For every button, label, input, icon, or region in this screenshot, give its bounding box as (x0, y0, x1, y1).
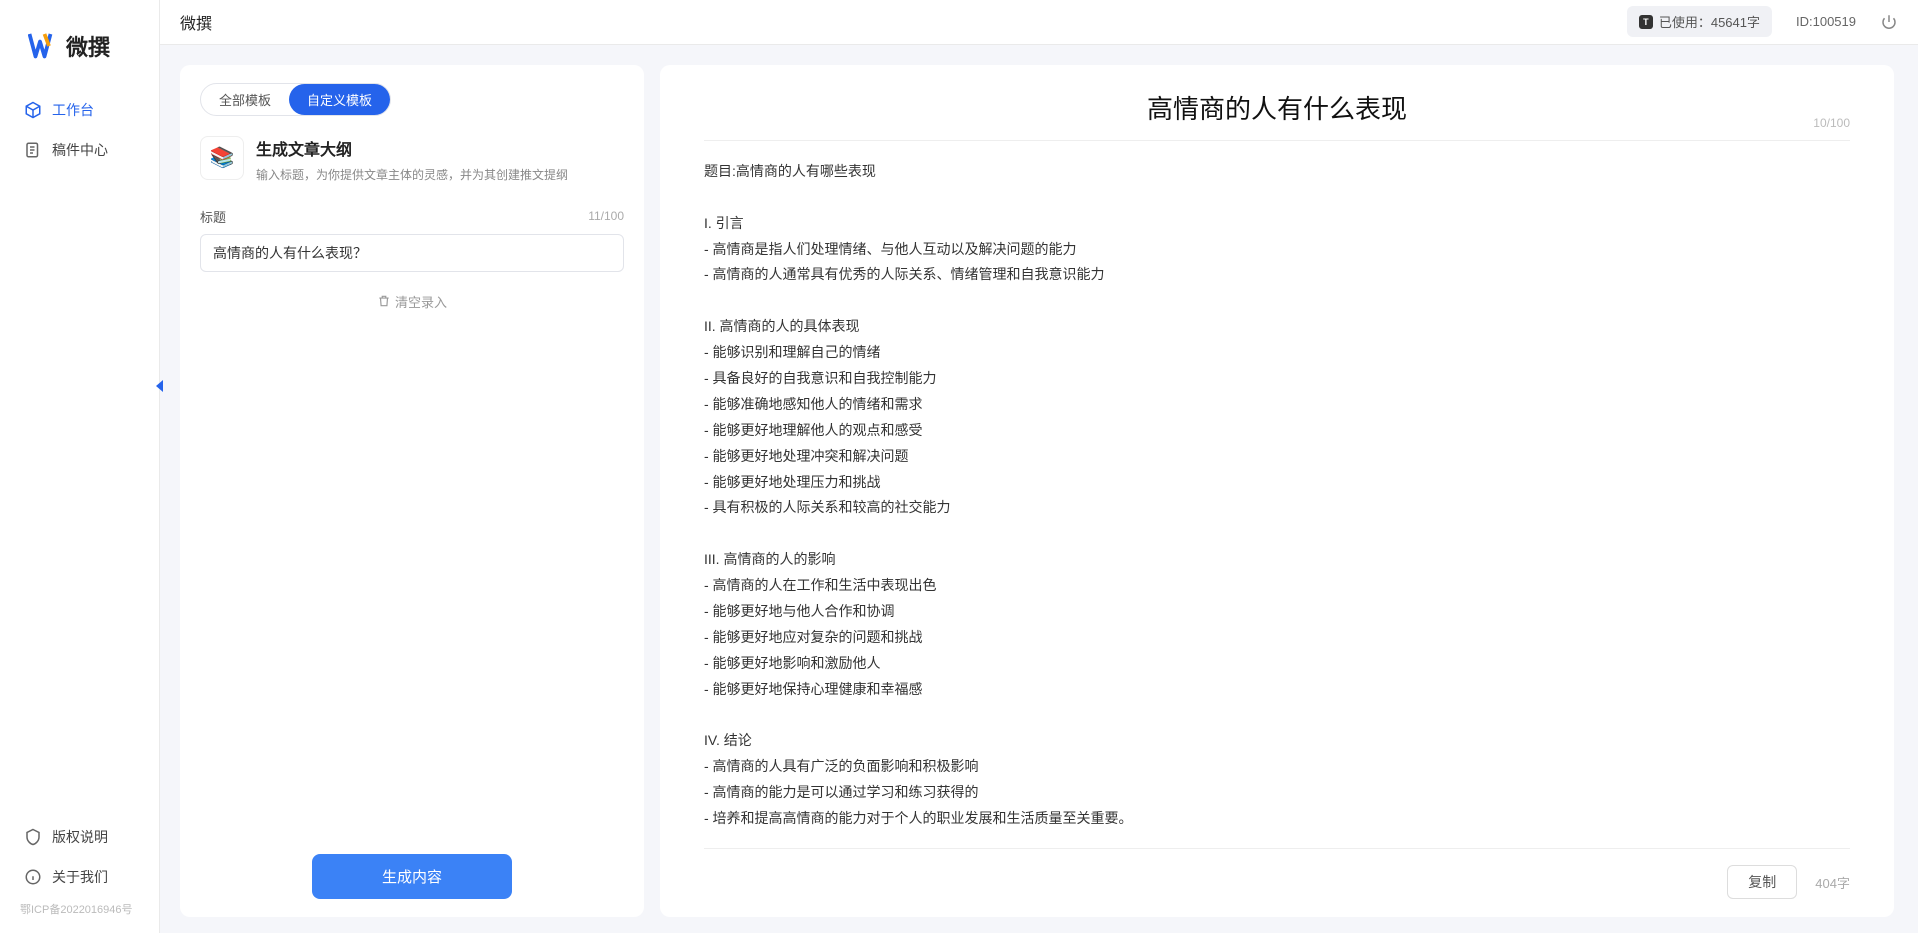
icp-text: 鄂ICP备2022016946号 (0, 897, 159, 925)
topbar: 微撰 T 已使用：45641字 ID:100519 (160, 0, 1918, 45)
sidebar-item-drafts[interactable]: 稿件中心 (0, 130, 159, 170)
brand-logo[interactable]: 微撰 (0, 0, 159, 82)
result-title-counter: 10/100 (1813, 116, 1850, 130)
clear-label: 清空录入 (395, 292, 447, 311)
tab-custom-templates[interactable]: 自定义模板 (289, 84, 390, 115)
template-name: 生成文章大纲 (256, 136, 568, 160)
sidebar-item-label: 稿件中心 (52, 140, 108, 160)
info-icon (24, 868, 42, 886)
copy-button[interactable]: 复制 (1727, 865, 1797, 899)
sidebar-item-label: 关于我们 (52, 867, 108, 887)
sidebar-item-about[interactable]: 关于我们 (0, 857, 159, 897)
title-field-label: 标题 (200, 207, 226, 226)
sidebar-item-copyright[interactable]: 版权说明 (0, 817, 159, 857)
tab-all-templates[interactable]: 全部模板 (201, 84, 289, 115)
sidebar-collapse-handle[interactable] (150, 376, 170, 396)
cube-icon (24, 101, 42, 119)
result-title-row: 高情商的人有什么表现 10/100 (704, 89, 1850, 141)
result-footer: 复制 404字 (704, 848, 1850, 899)
sidebar-item-label: 工作台 (52, 100, 94, 120)
word-count: 404字 (1815, 873, 1850, 892)
shield-icon (24, 828, 42, 846)
brand-name: 微撰 (66, 30, 110, 62)
text-icon: T (1639, 15, 1653, 29)
template-desc: 输入标题，为你提供文章主体的灵感，并为其创建推文提纲 (256, 166, 568, 183)
main-area: 微撰 T 已使用：45641字 ID:100519 全部模板 自定义模板 (160, 0, 1918, 933)
result-body[interactable]: 题目:高情商的人有哪些表现 I. 引言 - 高情商是指人们处理情绪、与他人互动以… (704, 159, 1850, 832)
result-panel: 高情商的人有什么表现 10/100 题目:高情商的人有哪些表现 I. 引言 - … (660, 65, 1894, 917)
trash-icon (377, 294, 391, 308)
template-icon: 📚 (200, 136, 244, 180)
document-icon (24, 141, 42, 159)
brand-logo-icon (28, 32, 58, 60)
input-panel: 全部模板 自定义模板 📚 生成文章大纲 输入标题，为你提供文章主体的灵感，并为其… (180, 65, 644, 917)
usage-badge[interactable]: T 已使用：45641字 (1627, 6, 1772, 37)
title-field-counter: 11/100 (588, 209, 624, 223)
sidebar-item-workbench[interactable]: 工作台 (0, 90, 159, 130)
sidebar-bottom: 版权说明 关于我们 鄂ICP备2022016946号 (0, 817, 159, 933)
usage-text: 已使用：45641字 (1659, 12, 1760, 31)
generate-button[interactable]: 生成内容 (312, 854, 512, 899)
power-icon[interactable] (1880, 13, 1898, 31)
sidebar: 微撰 工作台 稿件中心 版权说明 (0, 0, 160, 933)
app-title: 微撰 (180, 10, 212, 34)
user-id: ID:100519 (1796, 14, 1856, 29)
template-card: 📚 生成文章大纲 输入标题，为你提供文章主体的灵感，并为其创建推文提纲 (200, 136, 624, 183)
content: 全部模板 自定义模板 📚 生成文章大纲 输入标题，为你提供文章主体的灵感，并为其… (160, 45, 1918, 933)
clear-input-button[interactable]: 清空录入 (377, 292, 447, 311)
title-field-label-row: 标题 11/100 (200, 207, 624, 226)
topbar-right: T 已使用：45641字 ID:100519 (1627, 6, 1898, 37)
title-input[interactable] (200, 234, 624, 272)
sidebar-nav: 工作台 稿件中心 (0, 82, 159, 817)
result-title: 高情商的人有什么表现 (704, 89, 1850, 126)
sidebar-item-label: 版权说明 (52, 827, 108, 847)
template-tabs: 全部模板 自定义模板 (200, 83, 391, 116)
